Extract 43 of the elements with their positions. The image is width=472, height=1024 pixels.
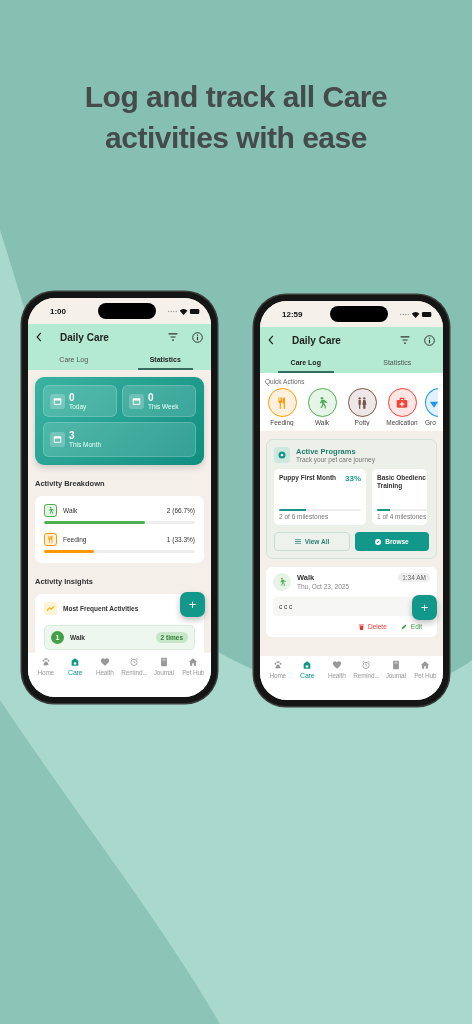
info-icon[interactable]: [192, 331, 203, 343]
status-icons: [399, 309, 433, 319]
screen-title: Daily Care: [292, 334, 342, 346]
status-icons: [167, 306, 201, 316]
filter-icon[interactable]: [400, 336, 410, 344]
add-button[interactable]: +: [412, 595, 437, 620]
stat-value: 0: [69, 391, 76, 403]
program-percent: 33%: [345, 474, 361, 483]
paw-icon: [272, 660, 283, 670]
stat-value: 0: [148, 391, 155, 403]
house-icon: [188, 657, 199, 667]
pencil-icon: [400, 623, 407, 630]
back-icon[interactable]: [36, 332, 42, 342]
book-icon: [158, 657, 169, 667]
calendar-icon: [50, 432, 65, 447]
stat-value: 3: [69, 430, 76, 441]
first-aid-kit-icon: [395, 395, 409, 410]
list-icon: [294, 539, 301, 544]
alarm-clock-icon: [361, 660, 372, 670]
trash-icon: [359, 623, 364, 630]
house-icon: [70, 657, 81, 667]
headline: Log and track all Care activities with ease: [83, 79, 389, 156]
house-icon: [302, 660, 313, 670]
alarm-clock-icon: [129, 657, 140, 667]
heart-icon: [99, 657, 110, 667]
status-time: 12:59: [282, 309, 304, 319]
heart-icon: [331, 660, 342, 670]
calendar-icon: [50, 393, 65, 409]
status-time: 1:00: [50, 306, 67, 316]
add-button[interactable]: +: [180, 592, 205, 617]
back-icon[interactable]: [268, 335, 274, 345]
screen-title: Daily Care: [60, 331, 110, 343]
badge-icon: [274, 447, 290, 463]
camera-notch: [98, 303, 156, 319]
calendar-icon: [129, 393, 144, 409]
compass-icon: [375, 538, 382, 545]
house-icon: [420, 660, 431, 670]
camera-notch: [330, 306, 388, 322]
info-icon[interactable]: [424, 334, 435, 346]
paw-icon: [40, 657, 51, 667]
trend-icon: [44, 602, 57, 615]
book-icon: [390, 660, 401, 670]
filter-icon[interactable]: [168, 333, 178, 341]
